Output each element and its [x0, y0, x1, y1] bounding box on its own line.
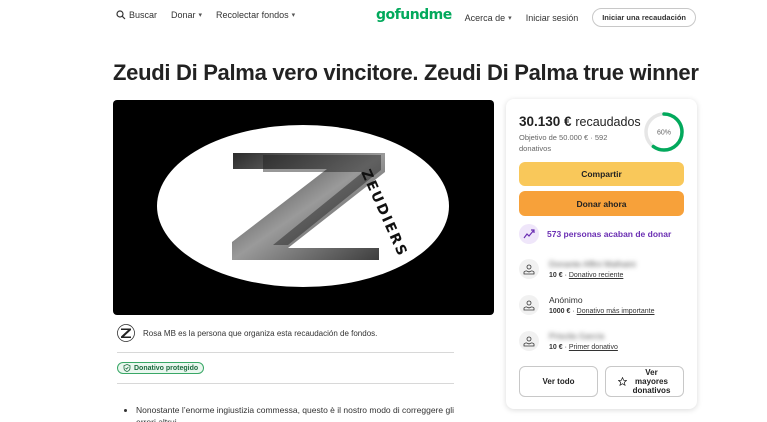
progress-percent: 60%	[657, 130, 671, 137]
search-icon	[116, 10, 126, 20]
donate-menu[interactable]: Donar ▾	[171, 10, 202, 20]
organizer-avatar[interactable]	[117, 324, 135, 342]
donation-type-link[interactable]: Donativo más importante	[577, 308, 655, 315]
donor-name: Donante Affini Malhaini	[549, 259, 636, 269]
donation-card: 30.130 € recaudados Objetivo de 50.000 €…	[506, 99, 697, 409]
amount-raised-suffix: recaudados	[575, 115, 641, 129]
protected-badge-label: Donativo protegido	[134, 364, 199, 372]
star-icon	[617, 377, 627, 386]
search-link[interactable]: Buscar	[116, 10, 157, 20]
fundraise-menu-label: Recolectar fondos	[216, 10, 289, 20]
donor-name: Priscila García	[549, 331, 605, 341]
donation-item: Priscila García 10 € · Primer donativo	[519, 331, 618, 351]
progress-ring: 60%	[644, 112, 684, 152]
trending-up-icon	[519, 224, 539, 244]
divider	[117, 352, 454, 353]
gofundme-logo[interactable]: gofundme	[376, 7, 452, 23]
goal-text: Objetivo de 50.000 € · 592 donativos	[519, 133, 608, 153]
see-all-button[interactable]: Ver todo	[519, 366, 598, 397]
chevron-down-icon: ▾	[291, 12, 296, 19]
recent-donors-text: 573 personas acaban de donar	[547, 229, 672, 239]
see-top-donations-label: Ver mayores donativos	[632, 368, 671, 395]
chevron-down-icon: ▾	[508, 14, 512, 22]
nav-left: Buscar Donar ▾ Recolectar fondos ▾	[116, 10, 295, 20]
start-fundraiser-button[interactable]: Iniciar una recaudación	[592, 8, 696, 27]
login-link[interactable]: Iniciar sesión	[526, 13, 579, 23]
see-top-donations-button[interactable]: Ver mayores donativos	[605, 366, 684, 397]
donation-amount: 10 €	[549, 272, 563, 279]
donate-menu-label: Donar	[171, 10, 196, 20]
campaign-image[interactable]: ZEUDIERS	[113, 100, 494, 315]
about-menu-label: Acerca de	[464, 12, 506, 23]
donor-name: Anónimo	[549, 295, 583, 305]
description-item: Nonostante l’enorme ingiustizia commessa…	[136, 404, 462, 422]
donation-amount: 1000 €	[549, 308, 571, 315]
donation-hands-icon	[519, 259, 539, 279]
campaign-image-artwork: ZEUDIERS	[157, 125, 449, 287]
search-label: Buscar	[129, 10, 158, 20]
protected-badge[interactable]: Donativo protegido	[117, 362, 205, 374]
donation-item: Anónimo 1000 € · Donativo más importante	[519, 295, 654, 315]
donation-amount: 10 €	[549, 344, 563, 351]
donate-now-button[interactable]: Donar ahora	[519, 191, 684, 216]
shield-check-icon	[123, 364, 131, 372]
divider	[117, 383, 454, 384]
donation-hands-icon	[519, 331, 539, 351]
donation-type-link[interactable]: Donativo reciente	[569, 272, 623, 279]
top-nav: Buscar Donar ▾ Recolectar fondos ▾ gofun…	[0, 0, 767, 34]
share-button[interactable]: Compartir	[519, 162, 684, 186]
about-menu[interactable]: Acerca de ▾	[465, 13, 512, 23]
organizer-row: Rosa MB es la persona que organiza esta …	[117, 324, 377, 342]
page-title: Zeudi Di Palma vero vincitore. Zeudi Di …	[113, 60, 699, 85]
organizer-text: Rosa MB es la persona que organiza esta …	[143, 328, 378, 338]
amount-raised: 30.130 € recaudados	[519, 114, 641, 129]
donation-item: Donante Affini Malhaini 10 € · Donativo …	[519, 259, 636, 279]
amount-raised-value: 30.130 €	[519, 114, 572, 129]
recent-donors-banner: 573 personas acaban de donar	[519, 224, 671, 244]
donation-hands-icon	[519, 295, 539, 315]
campaign-description: Nonostante l’enorme ingiustizia commessa…	[126, 404, 462, 422]
donation-type-link[interactable]: Primer donativo	[569, 344, 618, 351]
nav-right: Acerca de ▾ Iniciar sesión Iniciar una r…	[465, 8, 696, 27]
fundraise-menu[interactable]: Recolectar fondos ▾	[216, 10, 295, 20]
chevron-down-icon: ▾	[198, 12, 203, 19]
